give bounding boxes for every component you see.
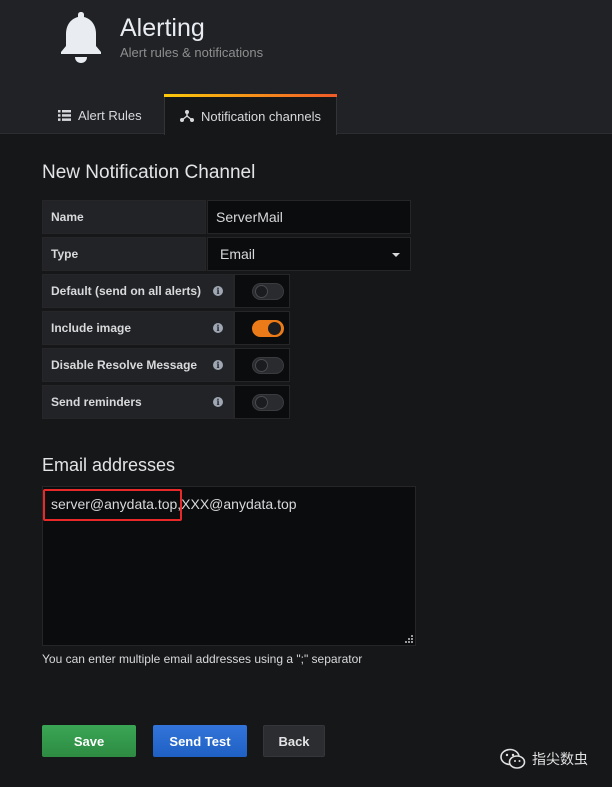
watermark-text: 指尖数虫 xyxy=(532,751,588,767)
send-reminders-switch-box xyxy=(234,385,290,419)
tab-label: Notification channels xyxy=(201,108,321,124)
tab-alert-rules[interactable]: Alert Rules xyxy=(58,96,142,134)
send-reminders-toggle[interactable] xyxy=(252,394,284,411)
email-section-title: Email addresses xyxy=(42,455,176,475)
bell-icon xyxy=(61,12,101,63)
info-icon[interactable]: i xyxy=(213,360,223,370)
watermark: 指尖数虫 xyxy=(500,748,588,770)
back-button[interactable]: Back xyxy=(263,725,325,757)
name-input[interactable]: ServerMail xyxy=(207,200,411,234)
page-subtitle: Alert rules & notifications xyxy=(120,45,264,60)
resize-handle-icon[interactable] xyxy=(402,632,414,644)
info-icon[interactable]: i xyxy=(213,286,223,296)
list-icon xyxy=(58,109,71,121)
disable-resolve-label: Disable Resolve Message i xyxy=(42,348,234,382)
disable-resolve-toggle[interactable] xyxy=(252,357,284,374)
name-label: Name xyxy=(42,200,206,234)
type-select-value: Email xyxy=(220,246,256,262)
email-help-text: You can enter multiple email addresses u… xyxy=(42,652,363,666)
include-image-label: Include image i xyxy=(42,311,234,345)
include-image-toggle[interactable] xyxy=(252,320,284,337)
default-toggle[interactable] xyxy=(252,283,284,300)
type-select[interactable]: Email xyxy=(207,237,411,271)
form-title: New Notification Channel xyxy=(42,162,256,183)
caret-down-icon xyxy=(392,253,400,257)
send-test-button[interactable]: Send Test xyxy=(153,725,247,757)
include-image-switch-box xyxy=(234,311,290,345)
tab-notification-channels[interactable]: Notification channels xyxy=(164,94,337,135)
default-label: Default (send on all alerts) i xyxy=(42,274,234,308)
tab-label: Alert Rules xyxy=(78,107,142,123)
save-button[interactable]: Save xyxy=(42,725,136,757)
share-nodes-icon xyxy=(180,110,195,122)
page-header: Alerting Alert rules & notifications Ale… xyxy=(0,0,612,135)
default-switch-box xyxy=(234,274,290,308)
info-icon[interactable]: i xyxy=(213,323,223,333)
disable-resolve-switch-box xyxy=(234,348,290,382)
send-reminders-label: Send reminders i xyxy=(42,385,234,419)
info-icon[interactable]: i xyxy=(213,397,223,407)
type-label: Type xyxy=(42,237,206,271)
page-title: Alerting xyxy=(120,14,205,42)
highlight-annotation xyxy=(43,489,182,521)
wechat-icon xyxy=(500,748,526,769)
